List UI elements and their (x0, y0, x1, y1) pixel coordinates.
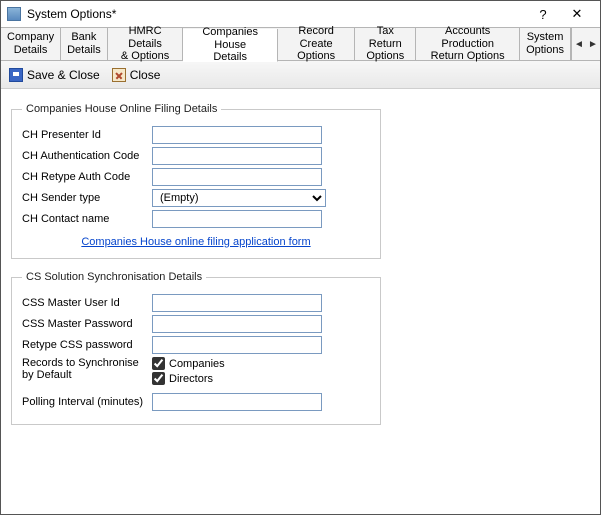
ch-retype-auth-label: CH Retype Auth Code (22, 171, 152, 183)
ch-sender-type-select[interactable]: (Empty) (152, 189, 326, 207)
sync-companies-label: Companies (169, 358, 225, 370)
ch-contact-name-label: CH Contact name (22, 213, 152, 225)
polling-interval-field[interactable] (152, 393, 322, 411)
ch-online-filing-form-link[interactable]: Companies House online filing applicatio… (81, 236, 310, 248)
sync-companies-checkbox[interactable] (152, 357, 165, 370)
save-icon (9, 68, 23, 82)
css-user-id-label: CSS Master User Id (22, 297, 152, 309)
ch-auth-code-field[interactable] (152, 147, 322, 165)
save-and-close-label: Save & Close (27, 68, 100, 82)
tab-bank-details[interactable]: Bank Details (61, 28, 108, 60)
group-ch-online-filing: Companies House Online Filing Details CH… (11, 103, 381, 259)
close-icon (112, 68, 126, 82)
tab-scroll-right[interactable]: ► (586, 28, 600, 60)
css-retype-password-label: Retype CSS password (22, 339, 152, 351)
sync-directors-label: Directors (169, 373, 213, 385)
sync-directors-checkbox[interactable] (152, 372, 165, 385)
group-ch-legend: Companies House Online Filing Details (22, 103, 221, 115)
ch-retype-auth-field[interactable] (152, 168, 322, 186)
ch-auth-code-label: CH Authentication Code (22, 150, 152, 162)
tab-scroll-arrows: ◄ ► (571, 28, 600, 60)
ch-presenter-id-label: CH Presenter Id (22, 129, 152, 141)
window-title: System Options* (27, 7, 526, 21)
ch-presenter-id-field[interactable] (152, 126, 322, 144)
css-retype-password-field[interactable] (152, 336, 322, 354)
close-button[interactable]: Close (112, 68, 161, 82)
tab-tax-return-options[interactable]: Tax Return Options (355, 28, 416, 60)
tab-scroll-left[interactable]: ◄ (572, 28, 586, 60)
records-to-sync-label: Records to Synchronise by Default (22, 357, 152, 381)
tab-record-create-options[interactable]: Record Create Options (278, 28, 355, 60)
tab-system-options[interactable]: System Options (520, 28, 571, 60)
tab-companies-house-details[interactable]: Companies House Details (183, 29, 277, 62)
window-close-button[interactable]: ✕ (560, 3, 594, 25)
group-css-legend: CS Solution Synchronisation Details (22, 271, 206, 283)
content-area: Companies House Online Filing Details CH… (1, 89, 600, 445)
save-and-close-button[interactable]: Save & Close (9, 68, 100, 82)
toolbar: Save & Close Close (1, 61, 600, 89)
css-password-field[interactable] (152, 315, 322, 333)
titlebar: System Options* ? ✕ (1, 1, 600, 27)
css-password-label: CSS Master Password (22, 318, 152, 330)
group-css-sync: CS Solution Synchronisation Details CSS … (11, 271, 381, 425)
tab-company-details[interactable]: Company Details (1, 28, 61, 60)
css-user-id-field[interactable] (152, 294, 322, 312)
polling-interval-label: Polling Interval (minutes) (22, 396, 152, 408)
tabstrip: Company Details Bank Details HMRC Detail… (1, 27, 600, 61)
ch-contact-name-field[interactable] (152, 210, 322, 228)
close-label: Close (130, 68, 161, 82)
ch-sender-type-label: CH Sender type (22, 192, 152, 204)
tab-hmrc-details[interactable]: HMRC Details & Options (108, 28, 184, 60)
app-icon (7, 7, 21, 21)
tab-accounts-production-return-options[interactable]: Accounts Production Return Options (416, 28, 520, 60)
help-button[interactable]: ? (526, 3, 560, 25)
